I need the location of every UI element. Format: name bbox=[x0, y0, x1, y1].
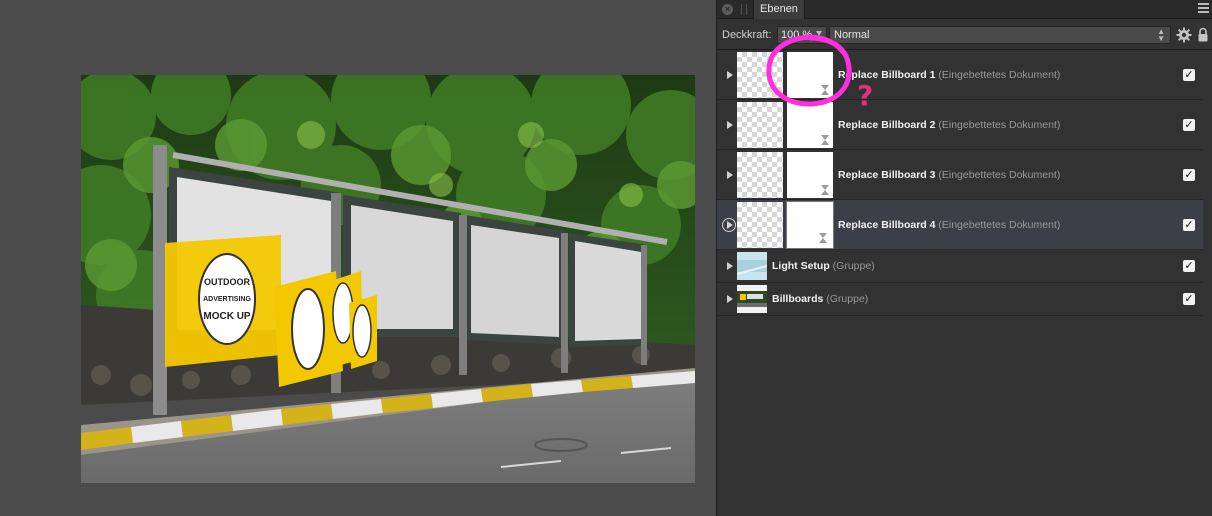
poster-text-line2: ADVERTISING bbox=[203, 296, 251, 303]
hamburger-menu-icon[interactable] bbox=[1198, 3, 1209, 15]
visibility-checkbox[interactable]: ✓ bbox=[1183, 68, 1195, 81]
visibility-checkbox[interactable]: ✓ bbox=[1183, 168, 1195, 181]
visibility-checkbox[interactable]: ✓ bbox=[1183, 260, 1195, 272]
hourglass-icon bbox=[821, 185, 829, 195]
gear-icon[interactable] bbox=[1176, 27, 1192, 43]
layer-thumbnail bbox=[737, 202, 783, 248]
poster-text-line3: MOCK UP bbox=[203, 311, 251, 322]
layer-row-replace-billboard-2[interactable]: Replace Billboard 2 (Eingebettetes Dokum… bbox=[717, 100, 1203, 150]
layers-list: Replace Billboard 1 (Eingebettetes Dokum… bbox=[717, 50, 1203, 316]
panel-tab-bar: × Ebenen bbox=[717, 0, 1212, 19]
document-image[interactable]: OUTDOOR ADVERTISING MOCK UP bbox=[81, 75, 695, 483]
expand-arrow-icon[interactable] bbox=[722, 292, 736, 306]
opacity-dropdown-arrow-icon[interactable] bbox=[816, 31, 822, 36]
layer-mask-thumbnail[interactable] bbox=[787, 52, 833, 98]
layer-row-replace-billboard-1[interactable]: Replace Billboard 1 (Eingebettetes Dokum… bbox=[717, 50, 1203, 100]
layer-label: Billboards (Gruppe) bbox=[772, 293, 869, 305]
blend-mode-value: Normal bbox=[834, 29, 870, 41]
annotation-question-mark: ? bbox=[857, 79, 874, 112]
poster-text-line1: OUTDOOR bbox=[204, 277, 250, 287]
layer-row-light-setup[interactable]: Light Setup (Gruppe) ✓ bbox=[717, 250, 1203, 283]
expand-arrow-icon[interactable] bbox=[722, 118, 736, 132]
drag-grip-icon[interactable] bbox=[741, 4, 747, 15]
layer-row-billboards[interactable]: Billboards (Gruppe) ✓ bbox=[717, 283, 1203, 316]
canvas-area[interactable]: OUTDOOR ADVERTISING MOCK UP bbox=[0, 0, 716, 516]
blend-mode-select[interactable]: Normal ▲ ▼ bbox=[829, 26, 1171, 44]
layers-panel: × Ebenen Deckkraft: 100 % Normal ▲ ▼ Rep… bbox=[716, 0, 1212, 516]
visibility-checkbox[interactable]: ✓ bbox=[1183, 118, 1195, 131]
app-window: OUTDOOR ADVERTISING MOCK UP × Ebenen Dec… bbox=[0, 0, 1212, 516]
close-icon[interactable]: × bbox=[722, 4, 733, 15]
opacity-label: Deckkraft: bbox=[722, 29, 772, 41]
layer-mask-thumbnail[interactable] bbox=[787, 152, 833, 198]
layer-row-replace-billboard-3[interactable]: Replace Billboard 3 (Eingebettetes Dokum… bbox=[717, 150, 1203, 200]
tab-layers[interactable]: Ebenen bbox=[753, 0, 805, 19]
layer-thumbnail bbox=[737, 102, 783, 148]
layer-label: Light Setup (Gruppe) bbox=[772, 260, 875, 272]
hourglass-icon bbox=[821, 85, 829, 95]
layer-thumbnail bbox=[737, 252, 767, 280]
layer-thumbnail bbox=[737, 285, 767, 313]
layer-label: Replace Billboard 2 (Eingebettetes Dokum… bbox=[838, 118, 1061, 131]
layer-thumbnail bbox=[737, 52, 783, 98]
visibility-checkbox[interactable]: ✓ bbox=[1183, 293, 1195, 305]
hourglass-icon bbox=[821, 135, 829, 145]
lock-icon[interactable] bbox=[1197, 27, 1209, 43]
expand-arrow-icon[interactable] bbox=[722, 68, 736, 82]
expand-arrow-icon[interactable] bbox=[722, 168, 736, 182]
expand-arrow-icon[interactable] bbox=[722, 259, 736, 273]
select-arrows-icon: ▲ ▼ bbox=[1157, 27, 1165, 43]
layer-options-bar: Deckkraft: 100 % Normal ▲ ▼ bbox=[717, 20, 1212, 50]
hourglass-icon bbox=[819, 233, 827, 243]
layer-mask-thumbnail[interactable] bbox=[786, 201, 834, 249]
billboard-mockup-photo: OUTDOOR ADVERTISING MOCK UP bbox=[81, 75, 695, 483]
layer-label: Replace Billboard 3 (Eingebettetes Dokum… bbox=[838, 168, 1061, 181]
layer-thumbnail bbox=[737, 152, 783, 198]
layer-row-replace-billboard-4[interactable]: Replace Billboard 4 (Eingebettetes Dokum… bbox=[717, 200, 1203, 250]
expand-arrow-icon[interactable] bbox=[722, 217, 736, 232]
layer-label: Replace Billboard 4 (Eingebettetes Dokum… bbox=[838, 218, 1061, 231]
layer-mask-thumbnail[interactable] bbox=[787, 102, 833, 148]
visibility-checkbox[interactable]: ✓ bbox=[1183, 218, 1195, 231]
